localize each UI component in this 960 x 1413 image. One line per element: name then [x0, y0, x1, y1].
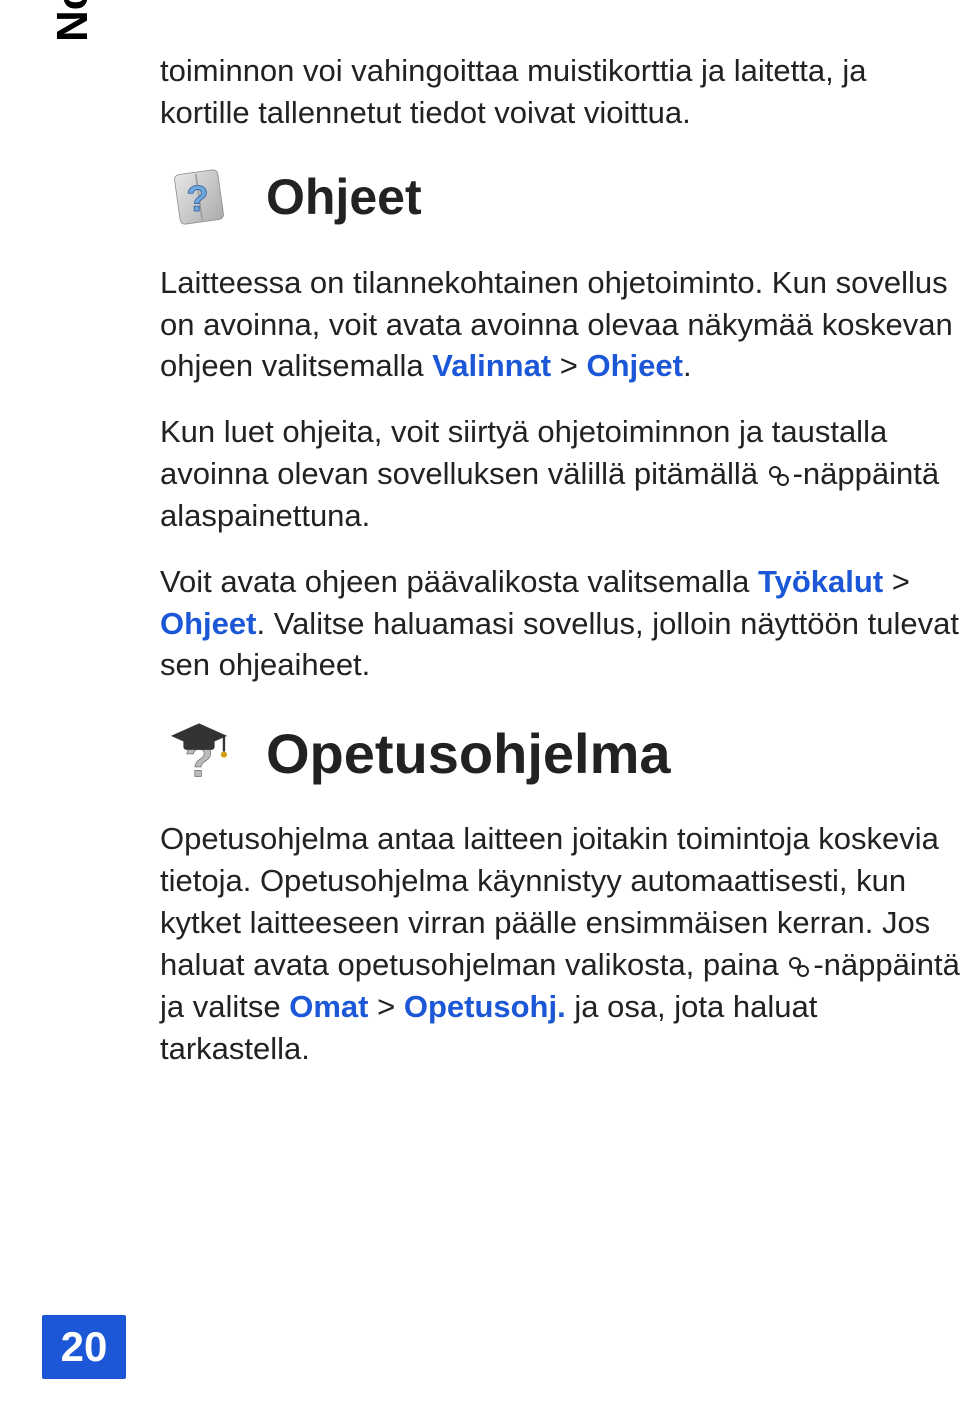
text: >: [368, 989, 403, 1024]
text: .: [683, 348, 692, 383]
menu-path-opetusohj: Opetusohj.: [404, 989, 566, 1024]
menu-path-ohjeet: Ohjeet: [586, 348, 682, 383]
help-p2: Kun luet ohjeita, voit siirtyä ohjetoimi…: [160, 411, 960, 537]
menu-path-omat: Omat: [289, 989, 368, 1024]
help-heading-row: ? Ohjeet: [160, 158, 960, 236]
svg-text:?: ?: [186, 179, 208, 219]
tutorial-heading-row: ? Opetusohjelma: [160, 714, 960, 792]
help-p3: Voit avata ohjeen päävalikosta valitsema…: [160, 561, 960, 687]
menu-key-icon: [787, 955, 813, 977]
text: >: [883, 564, 910, 599]
page-number: 20: [42, 1315, 126, 1379]
tutorial-p1: Opetusohjelma antaa laitteen joitakin to…: [160, 818, 960, 1069]
warning-paragraph: toiminnon voi vahingoittaa muistikorttia…: [160, 50, 960, 134]
menu-path-valinnat: Valinnat: [432, 348, 551, 383]
text: >: [551, 348, 586, 383]
menu-path-tyokalut: Työkalut: [758, 564, 883, 599]
help-icon: ?: [160, 158, 238, 236]
menu-key-icon: [767, 464, 793, 486]
tutorial-heading: Opetusohjelma: [266, 721, 671, 786]
help-p1: Laitteessa on tilannekohtainen ohjetoimi…: [160, 262, 960, 388]
text: Voit avata ohjeen päävalikosta valitsema…: [160, 564, 758, 599]
tutorial-icon: ?: [160, 714, 238, 792]
help-heading: Ohjeet: [266, 168, 422, 226]
text: . Valitse haluamasi sovellus, jolloin nä…: [160, 606, 959, 683]
page-content: toiminnon voi vahingoittaa muistikorttia…: [160, 50, 960, 1093]
menu-path-ohjeet-2: Ohjeet: [160, 606, 256, 641]
section-tab: Nokia N92: [48, 0, 98, 42]
